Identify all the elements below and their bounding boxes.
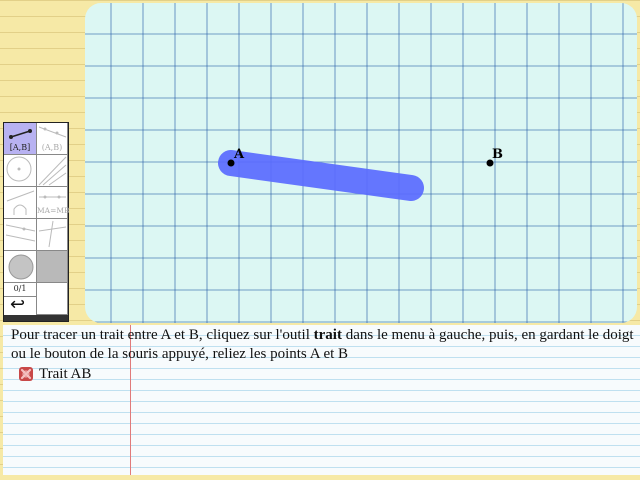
- perpendicular-bisector-tool[interactable]: MA=MB: [37, 187, 70, 219]
- parallel-tool[interactable]: [4, 219, 37, 251]
- lines-tool[interactable]: [37, 155, 68, 187]
- instruction-part-1: Pour tracer un trait entre A et B, cliqu…: [11, 327, 314, 343]
- task-status-icon: [19, 367, 33, 381]
- toolbar-footer: [4, 315, 68, 321]
- drawn-stroke: [218, 150, 424, 201]
- circle-tool[interactable]: [4, 155, 37, 187]
- grid: A B: [85, 3, 637, 323]
- blank-tool: [37, 283, 68, 315]
- ray-tool[interactable]: (A,B): [37, 123, 68, 155]
- fill-tool[interactable]: [37, 251, 68, 283]
- color-tool[interactable]: [4, 251, 37, 283]
- point-b-label: B: [492, 147, 503, 162]
- segment-tool[interactable]: [A,B]: [4, 123, 37, 155]
- undo-tool[interactable]: ↩: [4, 294, 37, 315]
- drawing-canvas[interactable]: A B: [85, 3, 637, 323]
- task-item: Trait AB: [19, 364, 91, 384]
- task-label: Trait AB: [39, 365, 92, 382]
- point-a-label: A: [233, 147, 245, 162]
- arc-tool[interactable]: [4, 187, 37, 219]
- instruction-text: Pour tracer un trait entre A et B, cliqu…: [11, 326, 640, 364]
- tool-palette: [A,B] (A,B) MA=MB 0/1 ↩: [3, 122, 70, 322]
- instruction-paper: Pour tracer un trait entre A et B, cliqu…: [3, 325, 640, 475]
- undo-icon: ↩: [10, 294, 26, 315]
- perpendicular-tool[interactable]: [37, 219, 68, 251]
- instruction-tool-name: trait: [313, 327, 342, 343]
